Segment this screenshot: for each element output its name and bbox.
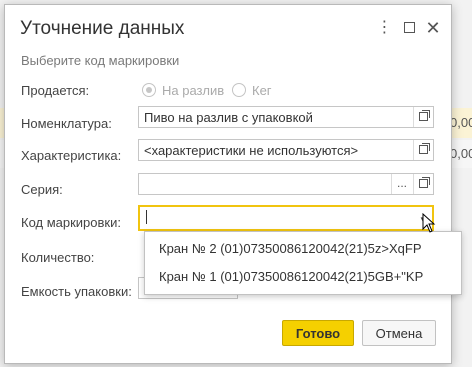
dropdown-item[interactable]: Кран № 2 (01)07350086120042(21)5z>XqFP (159, 241, 422, 256)
nomenclature-field[interactable]: Пиво на разлив с упаковкой (138, 106, 434, 128)
open-icon[interactable] (413, 174, 434, 194)
more-menu-icon[interactable]: ⋮ (375, 19, 393, 37)
clarify-data-dialog: Уточнение данных ⋮ ✕ Выберите код маркир… (4, 4, 452, 364)
characteristic-label: Характеристика: (21, 148, 122, 163)
open-icon[interactable] (413, 140, 434, 160)
nomenclature-value: Пиво на разлив с упаковкой (144, 110, 313, 125)
characteristic-value: <характеристики не используются> (144, 143, 359, 158)
maximize-icon[interactable] (400, 19, 418, 37)
nomenclature-label: Номенклатура: (21, 116, 112, 131)
open-icon[interactable] (413, 107, 434, 127)
text-caret (146, 210, 147, 224)
radio-keg[interactable]: Кег (232, 83, 272, 98)
select-button[interactable]: ... (391, 174, 412, 194)
hint-text: Выберите код маркировки (21, 53, 180, 68)
radio-draft[interactable]: На разлив (142, 83, 224, 98)
radio-draft-label: На разлив (162, 83, 225, 98)
background-value: 0,00 (450, 146, 472, 161)
quantity-label: Количество: (21, 250, 95, 265)
radio-selected-icon (142, 83, 156, 97)
marking-code-label: Код маркировки: (21, 215, 121, 230)
close-icon[interactable]: ✕ (424, 19, 442, 37)
series-field[interactable]: ... (138, 173, 434, 195)
series-label: Серия: (21, 182, 63, 197)
package-capacity-label: Емкость упаковки: (21, 284, 132, 299)
characteristic-field[interactable]: <характеристики не используются> (138, 139, 434, 161)
sold-label: Продается: (21, 83, 90, 98)
mouse-pointer-icon (422, 213, 436, 233)
done-button[interactable]: Готово (282, 320, 354, 346)
cancel-button[interactable]: Отмена (362, 320, 436, 346)
radio-unselected-icon (232, 83, 246, 97)
marking-code-input[interactable] (138, 205, 434, 231)
radio-keg-label: Кег (252, 83, 272, 98)
marking-code-dropdown: Кран № 2 (01)07350086120042(21)5z>XqFP К… (144, 231, 462, 295)
dialog-title: Уточнение данных (20, 18, 185, 39)
background-value: 0,00 (450, 115, 472, 130)
dropdown-item[interactable]: Кран № 1 (01)07350086120042(21)5GB+"KP (159, 269, 423, 284)
